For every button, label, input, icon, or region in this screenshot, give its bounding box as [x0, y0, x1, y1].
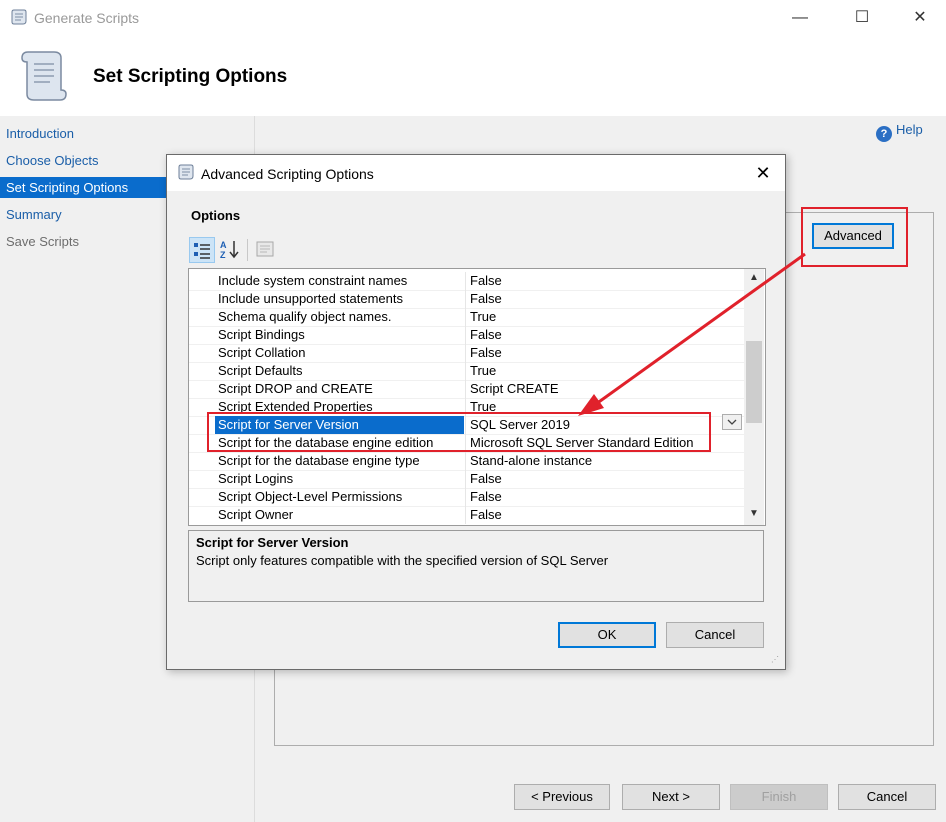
annotation-arrow-icon [578, 252, 806, 416]
